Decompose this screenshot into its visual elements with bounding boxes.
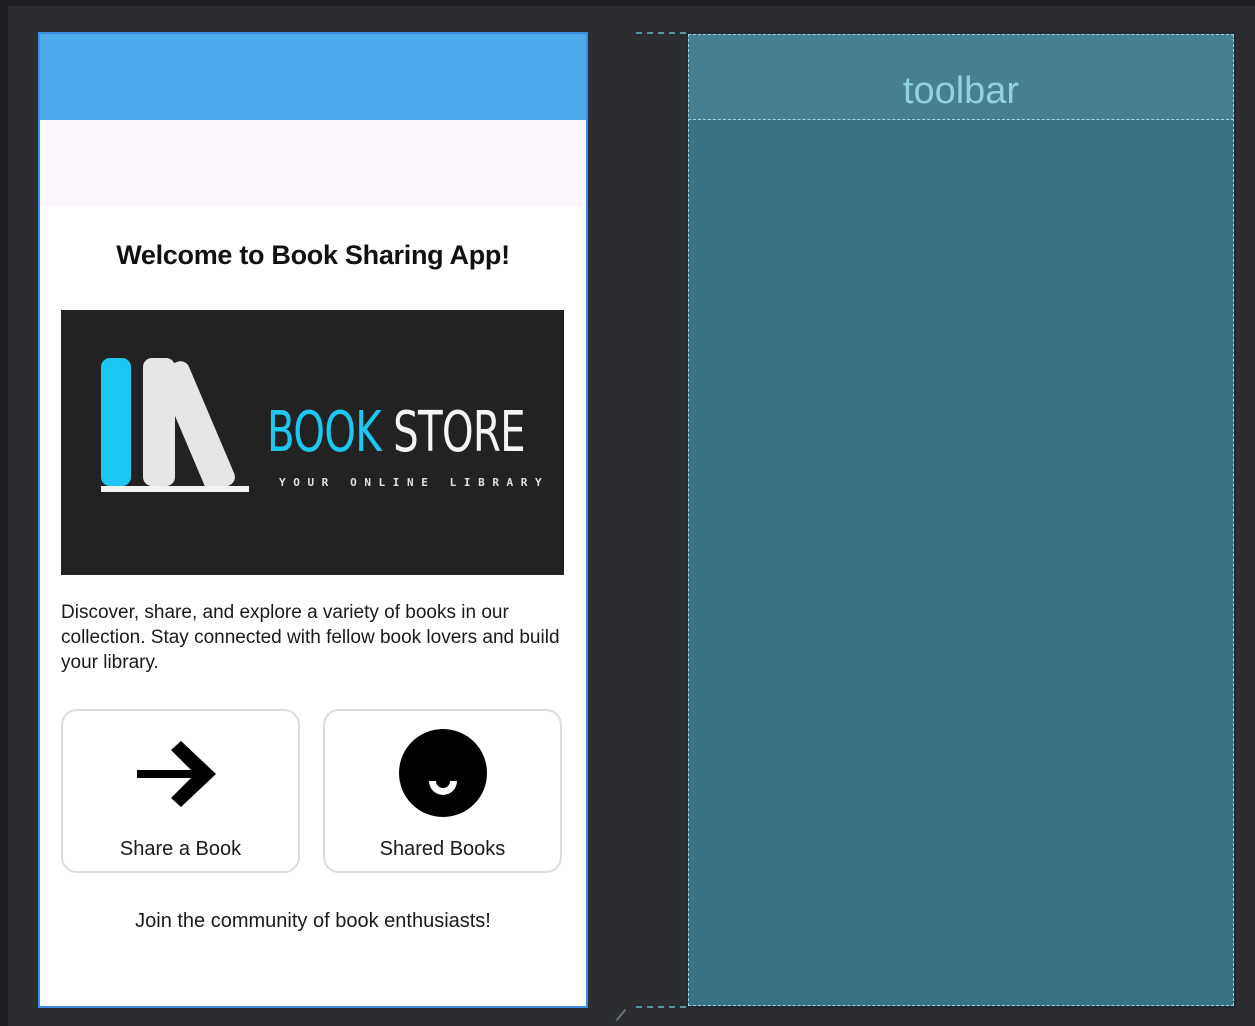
- description-text: Discover, share, and explore a variety o…: [61, 602, 560, 673]
- footer-text: Join the community of book enthusiasts!: [135, 910, 491, 932]
- logo-word-book: BOOK: [267, 400, 382, 465]
- logo-tagline: YOUR ONLINE LIBRARY: [279, 476, 550, 489]
- logo-wordmark: BOOK STORE: [267, 400, 526, 465]
- smile-face-icon: [393, 729, 493, 824]
- canvas-left-edge: [0, 0, 8, 1026]
- canvas-top-edge: [0, 0, 1255, 6]
- shared-books-card[interactable]: Shared Books: [323, 709, 562, 873]
- share-book-card[interactable]: Share a Book: [61, 709, 300, 873]
- guide-line-top: [636, 32, 686, 34]
- book-store-logo-image[interactable]: BOOK STORE YOUR ONLINE LIBRARY: [61, 310, 564, 575]
- blueprint-outline: [688, 34, 1234, 1006]
- logo-word-store: STORE: [380, 400, 526, 465]
- design-preview[interactable]: Welcome to Book Sharing App! BOOK STORE …: [38, 32, 588, 1008]
- welcome-title: Welcome to Book Sharing App!: [116, 240, 510, 270]
- logo-book-blue: [101, 358, 131, 486]
- arrow-right-icon: [131, 729, 231, 824]
- share-book-label: Share a Book: [119, 838, 242, 860]
- shared-books-label: Shared Books: [379, 838, 506, 860]
- status-bar: [40, 34, 586, 120]
- guide-line-bottom: [636, 1006, 686, 1008]
- blueprint-preview[interactable]: toolbar: [686, 32, 1236, 1008]
- logo-shelf: [101, 486, 249, 492]
- toolbar[interactable]: [40, 120, 586, 206]
- editor-canvas: Welcome to Book Sharing App! BOOK STORE …: [0, 0, 1255, 1026]
- resize-handle[interactable]: [615, 1008, 627, 1022]
